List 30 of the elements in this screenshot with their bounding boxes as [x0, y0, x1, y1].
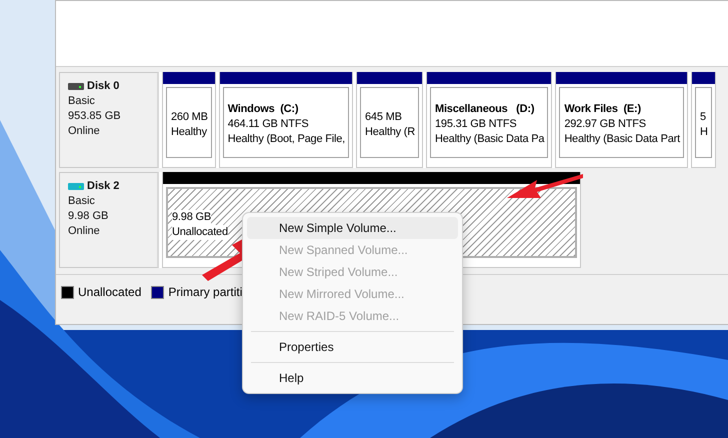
- partition-size: 292.97 GB NTFS: [564, 117, 646, 132]
- partition-status: Healthy (Basic Data Pa: [434, 132, 544, 147]
- disk-type: Basic: [68, 94, 96, 109]
- partition-status: H: [700, 124, 708, 140]
- menu-item[interactable]: New Simple Volume...: [247, 217, 458, 239]
- legend-label: Unallocated: [78, 285, 142, 299]
- partition-status: Healthy (Basic Data Part: [564, 132, 680, 147]
- disk-name: Disk 2: [87, 179, 120, 194]
- menu-item[interactable]: Properties: [247, 336, 458, 358]
- partition-status: Unallocated: [172, 224, 228, 240]
- volume-label: Windows (C:): [228, 102, 298, 117]
- partition-size: 260 MB: [171, 110, 208, 124]
- partition-status: Healthy (Boot, Page File,: [228, 132, 346, 147]
- menu-item[interactable]: Help: [247, 367, 458, 389]
- partition-size: 645 MB: [365, 110, 402, 124]
- legend-label: Primary partiti: [168, 285, 242, 299]
- partition-size: 195.31 GB NTFS: [434, 117, 517, 132]
- partition-size: 464.11 GB NTFS: [228, 117, 308, 132]
- volume-label: Miscellaneous (D:): [434, 102, 534, 117]
- partition-status: Healthy: [171, 124, 207, 140]
- disk-status: Online: [68, 224, 101, 239]
- disk-size: 953.85 GB: [68, 109, 122, 124]
- disk-size: 9.98 GB: [68, 209, 110, 224]
- disk-status: Online: [68, 124, 101, 139]
- partition-size: 5: [700, 110, 706, 124]
- partition-status: Healthy (R: [365, 124, 415, 140]
- volume-label: Work Files (E:): [564, 102, 641, 117]
- partition-size: 9.98 GB: [172, 210, 211, 224]
- disk-type: Basic: [68, 194, 96, 209]
- disk-name: Disk 0: [87, 79, 120, 94]
